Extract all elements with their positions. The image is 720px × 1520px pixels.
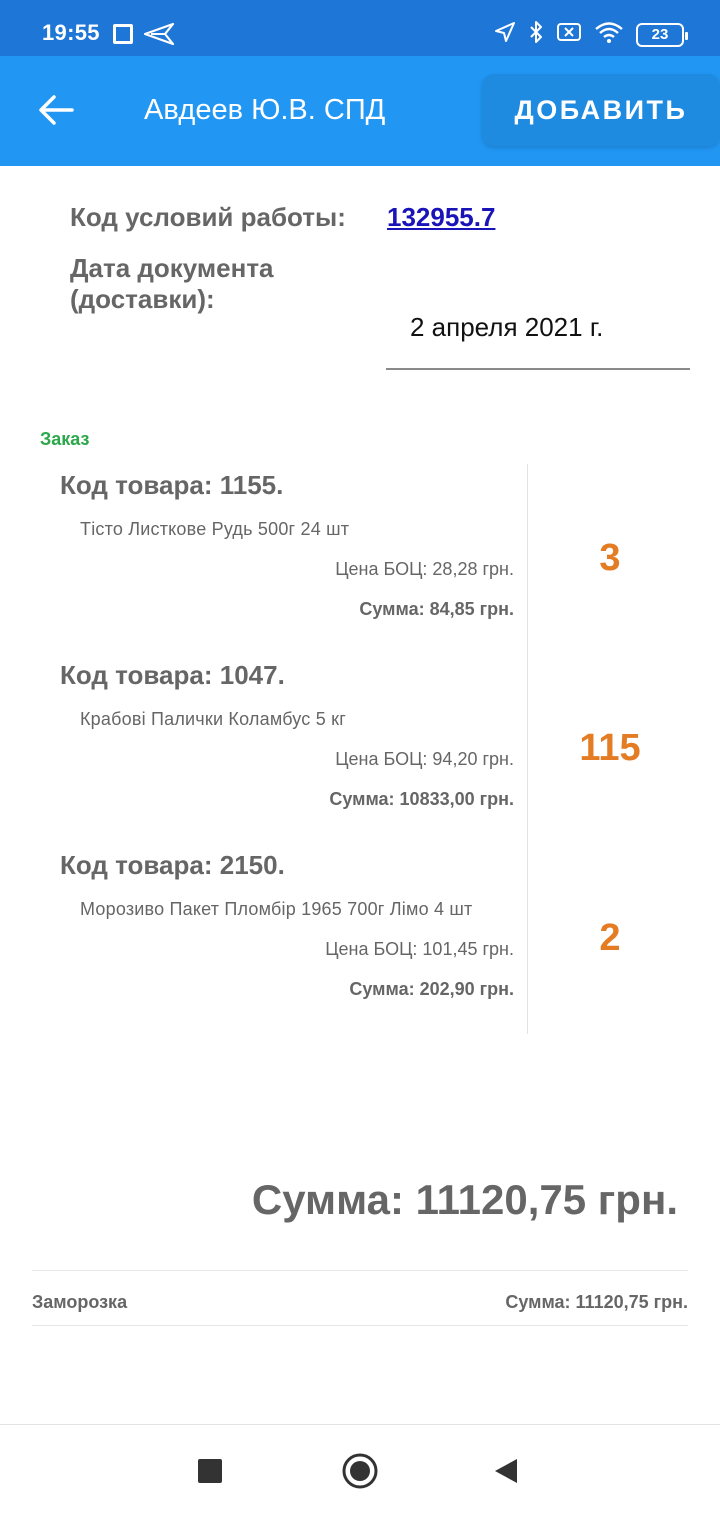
item-code: Код товара: 1155. (60, 470, 284, 500)
item-quantity[interactable]: 3 (530, 537, 690, 580)
document-date-label: Дата документа (доставки): (70, 253, 274, 314)
order-items-list: Код товара: 1155. Тісто Листкове Рудь 50… (0, 464, 720, 1034)
group-sum: Сумма: 11120,75 грн. (505, 1292, 688, 1312)
order-total: Сумма: 11120,75 грн. (251, 1176, 678, 1223)
order-item[interactable]: Код товара: 2150. Морозиво Пакет Пломбір… (0, 844, 720, 1034)
order-item[interactable]: Код товара: 1155. Тісто Листкове Рудь 50… (0, 464, 720, 654)
item-price: Цена БОЦ: 101,45 грн. (325, 939, 514, 959)
app-icon (113, 24, 133, 44)
work-code-link[interactable]: 132955.7 (387, 202, 495, 233)
home-button[interactable] (336, 1449, 384, 1497)
item-sum: Сумма: 202,90 грн. (349, 979, 514, 999)
status-icons: 23 (494, 20, 688, 49)
item-name: Морозиво Пакет Пломбір 1965 700г Лімо 4 … (80, 899, 473, 919)
arrow-left-icon (38, 94, 74, 131)
work-code-label: Код условий работы: (70, 202, 346, 232)
item-quantity[interactable]: 115 (530, 727, 690, 770)
item-code: Код товара: 1047. (60, 660, 285, 690)
triangle-left-icon (493, 1457, 519, 1490)
recents-button[interactable] (186, 1449, 234, 1497)
group-name: Заморозка (32, 1292, 128, 1312)
status-time: 19:55 (42, 20, 100, 45)
status-bar: 19:55 23 (0, 0, 720, 56)
divider (32, 1325, 688, 1326)
order-section-label: Заказ (40, 429, 90, 449)
battery-icon: 23 (636, 22, 688, 47)
item-code: Код товара: 2150. (60, 850, 285, 880)
location-icon (494, 21, 516, 48)
document-date-value: 2 апреля 2021 г. (410, 312, 604, 342)
order-item[interactable]: Код товара: 1047. Крабові Палички Коламб… (0, 654, 720, 844)
bluetooth-icon (528, 20, 544, 49)
square-icon (197, 1458, 223, 1489)
item-quantity[interactable]: 2 (530, 917, 690, 960)
wifi-icon (594, 20, 624, 49)
app-bar: Авдеев Ю.В. СПД ДОБАВИТЬ (0, 56, 720, 166)
document-date-field[interactable]: 2 апреля 2021 г. (386, 296, 690, 370)
item-name: Тісто Листкове Рудь 500г 24 шт (80, 519, 350, 539)
send-icon (143, 22, 175, 51)
item-name: Крабові Палички Коламбус 5 кг (80, 709, 346, 729)
sim-off-icon (556, 21, 582, 48)
system-nav-bar (0, 1424, 720, 1520)
back-button[interactable] (28, 84, 84, 140)
circle-icon (341, 1452, 379, 1495)
add-button[interactable]: ДОБАВИТЬ (482, 74, 720, 146)
item-sum: Сумма: 10833,00 грн. (329, 789, 514, 809)
item-price: Цена БОЦ: 94,20 грн. (335, 749, 514, 769)
page-title: Авдеев Ю.В. СПД (144, 94, 386, 126)
back-nav-button[interactable] (482, 1449, 530, 1497)
item-sum: Сумма: 84,85 грн. (359, 599, 514, 619)
item-price: Цена БОЦ: 28,28 грн. (335, 559, 514, 579)
divider (32, 1270, 688, 1271)
